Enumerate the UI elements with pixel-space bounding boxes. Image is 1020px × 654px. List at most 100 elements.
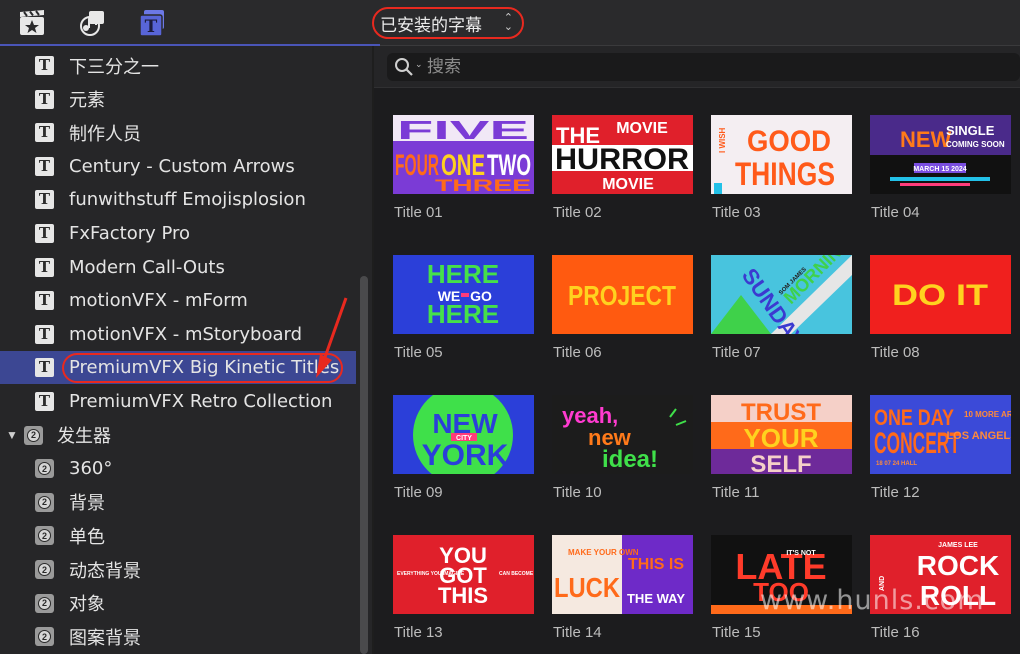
sidebar-item-label: PremiumVFX Big Kinetic Titles <box>69 357 340 379</box>
music-photo-icon[interactable] <box>76 8 108 38</box>
svg-text:T: T <box>145 17 158 37</box>
title-thumbnail[interactable]: TRUST YOUR SELF <box>711 395 852 474</box>
sidebar-item-label: 元素 <box>69 90 105 112</box>
title-name: Title 05 <box>394 344 443 361</box>
title-name: Title 13 <box>394 624 443 641</box>
title-thumbnail[interactable]: FIVE FOUR ONE TWO THREE <box>393 115 534 194</box>
sidebar-item-title-category[interactable]: T Century - Custom Arrows <box>0 150 356 183</box>
sidebar-item-title-category[interactable]: T Modern Call-Outs <box>0 251 356 284</box>
sidebar-scrollbar[interactable] <box>360 276 368 654</box>
search-options-chevron-icon[interactable]: ⌄ <box>415 59 423 70</box>
title-icon: T <box>35 156 54 176</box>
svg-text:MOVIE: MOVIE <box>616 120 668 137</box>
svg-text:CAN BECOME REAL: CAN BECOME REAL <box>499 571 534 577</box>
title-tile[interactable]: MAKE YOUR OWN LUCK THIS IS THE WAY Title 14 <box>552 535 693 645</box>
sidebar-item-title-category[interactable]: T 下三分之一 <box>0 49 356 82</box>
sidebar-item-title-category[interactable]: Tfunwithstuff Emojisplosion <box>0 183 356 216</box>
title-tile[interactable]: PROJECT Title 06 <box>552 255 693 365</box>
title-name: Title 07 <box>712 344 761 361</box>
title-tile[interactable]: THE MOVIE HURROR MOVIE Title 02 <box>552 115 693 225</box>
title-name: Title 11 <box>712 484 760 501</box>
sidebar-item-generator-category[interactable]: 2 360° <box>0 452 356 485</box>
title-tile[interactable]: TRUST YOUR SELF Title 11 <box>711 395 852 505</box>
title-thumbnail[interactable]: MAKE YOUR OWN LUCK THIS IS THE WAY <box>552 535 693 614</box>
search-input[interactable] <box>427 56 827 78</box>
svg-text:DO IT: DO IT <box>892 279 988 312</box>
sidebar-item-title-category[interactable]: TmotionVFX - mForm <box>0 284 356 317</box>
svg-text:THINGS: THINGS <box>735 156 835 192</box>
svg-text:HURROR: HURROR <box>555 143 689 176</box>
sidebar-item-label: 图案背景 <box>69 627 141 649</box>
title-thumbnail[interactable]: ONE DAYCONCERT10 MORE ARTISTSLOS ANGELS1… <box>870 395 1011 474</box>
title-thumbnail[interactable]: I WISH GOOD THINGS <box>711 115 852 194</box>
title-icon: T <box>35 224 54 243</box>
svg-text:YORK: YORK <box>422 439 509 472</box>
sidebar-item-title-category[interactable]: T PremiumVFX Retro Collection <box>0 385 356 418</box>
svg-text:EVERYTHING YOU IMAGINE: EVERYTHING YOU IMAGINE <box>397 571 465 577</box>
svg-text:SINGLE: SINGLE <box>946 123 995 138</box>
generator-icon: 2 <box>24 425 43 445</box>
title-thumbnail[interactable]: THE MOVIE HURROR MOVIE <box>552 115 693 194</box>
generator-icon: 2 <box>35 459 54 479</box>
library-selector-dropdown[interactable]: 已安装的字幕 ⌃ ⌄ <box>372 7 524 39</box>
title-name: Title 01 <box>394 204 443 221</box>
search-field[interactable]: ⌄ <box>387 53 1020 81</box>
sidebar-item-label: PremiumVFX Retro Collection <box>69 391 333 412</box>
title-tile[interactable]: NEW CITY YORK Title 09 <box>393 395 534 505</box>
title-thumbnail[interactable]: PROJECT <box>552 255 693 334</box>
title-thumbnail[interactable]: NEW SINGLE COMING SOON MARCH 15 2024 <box>870 115 1011 194</box>
title-thumbnail[interactable]: SUNDAY MORNING SOM JAMES <box>711 255 852 334</box>
sidebar-item-title-category[interactable]: T 元素 <box>0 83 356 116</box>
clapper-icon[interactable] <box>16 8 48 38</box>
generator-icon: 2 <box>35 627 54 647</box>
title-tile[interactable]: ONE DAYCONCERT10 MORE ARTISTSLOS ANGELS1… <box>870 395 1011 505</box>
svg-text:10 MORE ARTISTS: 10 MORE ARTISTS <box>964 410 1011 419</box>
title-tile[interactable]: DO IT Title 08 <box>870 255 1011 365</box>
title-tile[interactable]: FIVE FOUR ONE TWO THREE Title 01 <box>393 115 534 225</box>
title-thumbnail[interactable]: yeah, new idea! <box>552 395 693 474</box>
title-thumbnail[interactable]: DO IT <box>870 255 1011 334</box>
sidebar-item-title-category[interactable]: T PremiumVFX Big Kinetic Titles <box>0 351 356 385</box>
svg-text:HERE: HERE <box>427 299 499 329</box>
sidebar-group-generators[interactable]: ▼ 2 发生器 <box>0 419 356 452</box>
svg-text:PROJECT: PROJECT <box>568 280 676 311</box>
sidebar-item-title-category[interactable]: T 制作人员 <box>0 116 356 149</box>
sidebar-item-generator-category[interactable]: 2 图案背景 <box>0 620 356 653</box>
up-down-chevron-icon: ⌃ ⌄ <box>503 11 513 33</box>
svg-text:idea!: idea! <box>602 446 658 473</box>
search-icon[interactable] <box>394 57 414 77</box>
title-tile[interactable]: YOU GOT THIS EVERYTHING YOU IMAGINE CAN BECO… <box>393 535 534 645</box>
svg-text:18 07 24 HALL: 18 07 24 HALL <box>876 461 917 467</box>
title-name: Title 15 <box>712 624 761 641</box>
title-tile[interactable]: I WISH GOOD THINGS Title 03 <box>711 115 852 225</box>
sidebar-item-generator-category[interactable]: 2 单色 <box>0 519 356 552</box>
title-tile[interactable]: NEW SINGLE COMING SOON MARCH 15 2024 Title 0… <box>870 115 1011 225</box>
svg-text:FOUR: FOUR <box>395 149 439 182</box>
svg-text:TRUST: TRUST <box>741 399 821 426</box>
title-name: Title 02 <box>553 204 602 221</box>
title-thumbnail[interactable]: YOU GOT THIS EVERYTHING YOU IMAGINE CAN BECO… <box>393 535 534 614</box>
title-tile[interactable]: yeah, new idea! Title 10 <box>552 395 693 505</box>
sidebar-item-generator-category[interactable]: 2 动态背景 <box>0 553 356 586</box>
title-tile[interactable]: SUNDAY MORNING SOM JAMES Title 07 <box>711 255 852 365</box>
sidebar-item-label: Modern Call-Outs <box>69 256 225 278</box>
title-tile[interactable]: HERE WE GO HERE Title 05 <box>393 255 534 365</box>
sidebar-item-title-category[interactable]: TmotionVFX - mStoryboard <box>0 318 356 351</box>
title-icon: T <box>35 89 54 109</box>
titles-icon[interactable]: T <box>136 8 168 38</box>
titles-browser: ⌄ FIVEFOURONETWOTHREETitle 01THEMOVIEHUR… <box>374 46 1020 654</box>
title-thumbnail[interactable]: NEW CITY YORK <box>393 395 534 474</box>
svg-text:SELF: SELF <box>750 451 811 474</box>
svg-text:LOS ANGELS: LOS ANGELS <box>946 430 1011 442</box>
titles-sidebar: T 下三分之一 T 元素 T 制作人员 T Century - Custom Arrows Tf… <box>0 46 372 654</box>
sidebar-item-generator-category[interactable]: 2 背景 <box>0 486 356 519</box>
sidebar-item-label: FxFactory Pro <box>69 223 191 244</box>
svg-text:LUCK: LUCK <box>554 572 620 603</box>
search-bar: ⌄ <box>374 46 1020 88</box>
disclosure-triangle-icon[interactable]: ▼ <box>6 428 18 442</box>
title-name: Title 06 <box>553 344 602 361</box>
sidebar-item-generator-category[interactable]: 2 对象 <box>0 587 356 620</box>
sidebar-item-label: 360° <box>69 458 113 480</box>
sidebar-item-title-category[interactable]: T FxFactory Pro <box>0 217 356 250</box>
title-thumbnail[interactable]: HERE WE GO HERE <box>393 255 534 334</box>
